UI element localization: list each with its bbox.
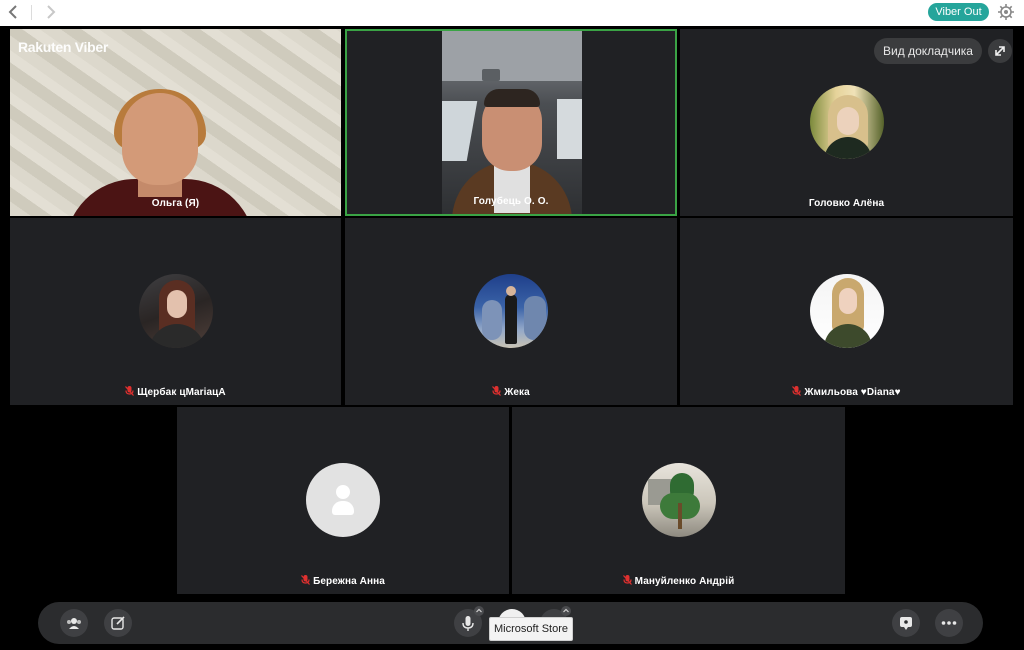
participant-name-text: Голубець О. О. [473, 196, 549, 207]
nav-divider [31, 5, 32, 20]
more-icon[interactable] [935, 609, 963, 637]
participant-name: Щербак цMariaцА [10, 386, 341, 398]
participant-name-text: Бережна Анна [313, 576, 385, 587]
participant-tile[interactable]: Бережна Анна [177, 407, 509, 594]
speaker-view-button[interactable]: Вид докладчика [874, 38, 982, 64]
participant-tile[interactable]: Rakuten Viber Ольга (Я) [10, 29, 341, 216]
edit-icon[interactable] [104, 609, 132, 637]
participant-name-text: Жека [504, 387, 530, 398]
avatar [138, 274, 213, 348]
mic-off-icon [622, 575, 632, 585]
participant-tile[interactable]: Мануйленко Андрій [512, 407, 845, 594]
fullscreen-icon[interactable] [988, 39, 1012, 63]
chevron-up-icon[interactable] [561, 606, 571, 616]
participant-video [10, 29, 341, 216]
participant-tile[interactable]: Жека [345, 218, 677, 405]
forward-icon[interactable] [40, 2, 60, 22]
participant-name: Ольга (Я) [10, 198, 341, 209]
participant-name-text: Жмильова ♥Diana♥ [804, 387, 901, 398]
participant-name: Жека [345, 386, 677, 398]
mic-off-icon [125, 386, 135, 396]
participant-name: Мануйленко Андрій [512, 575, 845, 587]
avatar [474, 274, 548, 348]
viber-logo: Rakuten Viber [18, 39, 108, 55]
participant-name: Голубець О. О. [347, 196, 675, 207]
chevron-up-icon[interactable] [474, 606, 484, 616]
participant-name-text: Щербак цMariaцА [137, 387, 226, 398]
settings-icon[interactable] [997, 3, 1015, 21]
mic-off-icon [492, 386, 502, 396]
participant-tile[interactable]: Жмильова ♥Diana♥ [680, 218, 1013, 405]
participants-icon[interactable] [60, 609, 88, 637]
viber-out-button[interactable]: Viber Out [928, 3, 989, 21]
participant-name-text: Мануйленко Андрій [634, 576, 735, 587]
avatar [809, 85, 884, 159]
avatar-placeholder [306, 463, 380, 537]
share-icon[interactable] [892, 609, 920, 637]
mic-off-icon [301, 575, 311, 585]
tooltip: Microsoft Store [489, 617, 573, 641]
call-stage: Rakuten Viber Ольга (Я) Голубець О. О. Г… [0, 26, 1024, 650]
avatar [809, 274, 884, 348]
avatar [641, 463, 716, 537]
participant-name-text: Головко Алёна [808, 198, 885, 209]
participant-tile[interactable]: Щербак цMariaцА [10, 218, 341, 405]
back-icon[interactable] [4, 2, 24, 22]
participant-video [442, 31, 582, 214]
participant-name-text: Ольга (Я) [151, 198, 200, 209]
title-bar: Viber Out [0, 0, 1024, 26]
participant-name: Жмильова ♥Diana♥ [680, 386, 1013, 398]
participant-name: Бережна Анна [177, 575, 509, 587]
mic-off-icon [792, 386, 802, 396]
participant-name: Головко Алёна [680, 198, 1013, 209]
participant-tile-active-speaker[interactable]: Голубець О. О. [345, 29, 677, 216]
